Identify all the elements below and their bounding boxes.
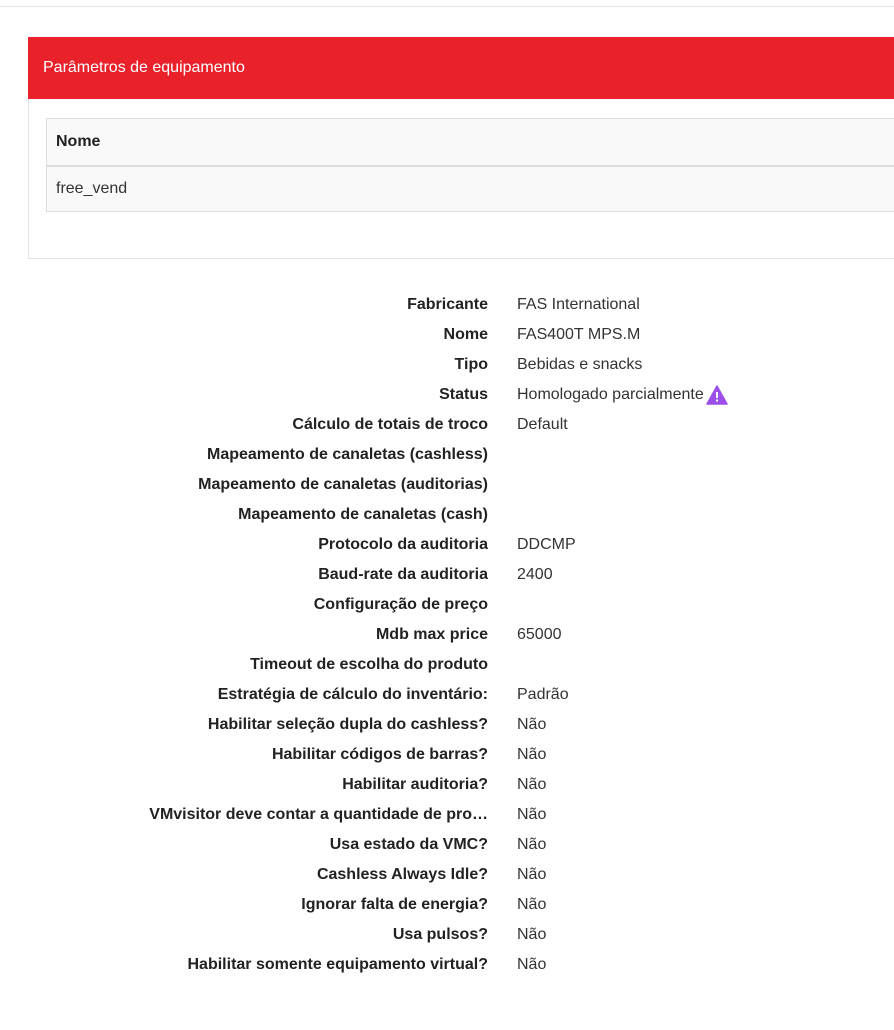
detail-label: Cálculo de totais de troco	[292, 416, 488, 433]
detail-label: Estratégia de cálculo do inventário:	[217, 686, 488, 703]
detail-value: Não	[517, 926, 546, 944]
detail-label: Cashless Always Idle?	[316, 866, 488, 883]
detail-value-text: Não	[517, 896, 547, 913]
detail-value-text: DDCMP	[517, 536, 576, 553]
detail-row: Habilitar seleção dupla do cashless? Não	[0, 710, 894, 740]
detail-value: Não	[517, 716, 546, 734]
detail-value: Não	[517, 806, 546, 824]
detail-label: Usa estado da VMC?	[329, 836, 488, 853]
detail-label: Fabricante	[407, 296, 488, 313]
detail-row: Baud-rate da auditoria 2400	[0, 560, 894, 590]
detail-row: Protocolo da auditoria DDCMP	[0, 530, 894, 560]
detail-row: Estratégia de cálculo do inventário: Padr…	[0, 680, 894, 710]
detail-row: Cálculo de totais de troco Default	[0, 410, 894, 440]
detail-value: Padrão	[517, 686, 569, 704]
detail-row: Configuração de preço	[0, 590, 894, 620]
detail-row: Nome FAS400T MPS.M	[0, 320, 894, 350]
detail-value-text: Não	[517, 716, 547, 733]
detail-row: Habilitar códigos de barras? Não	[0, 740, 894, 770]
detail-value: Homologado parcialmente	[517, 385, 728, 405]
detail-label: Usa pulsos?	[392, 926, 488, 943]
detail-value-text: Não	[517, 746, 547, 763]
detail-row: VMvisitor deve contar a quantidade de pr…	[0, 800, 894, 830]
detail-label: Mapeamento de canaletas (cash)	[238, 506, 488, 523]
detail-label: Habilitar somente equipamento virtual?	[187, 956, 489, 973]
panel-title: Parâmetros de equipamento	[28, 37, 894, 99]
detail-value-text: FAS400T MPS.M	[517, 326, 641, 343]
detail-row: Usa pulsos? Não	[0, 920, 894, 950]
detail-value-text: 2400	[517, 566, 553, 583]
detail-value-text: Não	[517, 866, 547, 883]
detail-value-text: 65000	[517, 626, 562, 643]
detail-row: Tipo Bebidas e snacks	[0, 350, 894, 380]
detail-row: Mapeamento de canaletas (cashless)	[0, 440, 894, 470]
detail-row: Habilitar somente equipamento virtual? Nã…	[0, 950, 894, 980]
detail-row: Mapeamento de canaletas (cash)	[0, 500, 894, 530]
detail-value: Não	[517, 776, 546, 794]
detail-label: Mapeamento de canaletas (cashless)	[206, 446, 488, 463]
detail-value: DDCMP	[517, 536, 576, 554]
detail-label: Baud-rate da auditoria	[318, 566, 488, 583]
table-header-row: Nome	[46, 118, 894, 167]
detail-value: Não	[517, 896, 546, 914]
detail-value: Não	[517, 746, 546, 764]
top-divider	[0, 0, 894, 7]
detail-value: FAS International	[517, 296, 640, 314]
detail-label: Configuração de preço	[313, 596, 488, 613]
detail-value: 65000	[517, 626, 562, 644]
detail-label: Protocolo da auditoria	[318, 536, 488, 553]
detail-value: Bebidas e snacks	[517, 356, 642, 374]
detail-row: Usa estado da VMC? Não	[0, 830, 894, 860]
detail-label: Habilitar códigos de barras?	[271, 746, 488, 763]
detail-row: Cashless Always Idle? Não	[0, 860, 894, 890]
detail-value-text: Não	[517, 806, 547, 823]
detail-value: Default	[517, 416, 568, 434]
parameters-table: Nome free_vend	[46, 118, 894, 212]
detail-label: VMvisitor deve contar a quantidade de pr…	[149, 806, 488, 823]
detail-value: Não	[517, 836, 546, 854]
detail-label: Mapeamento de canaletas (auditorias)	[198, 476, 488, 493]
detail-value-text: Não	[517, 926, 547, 943]
equipment-details-list: Fabricante FAS International Nome FAS400T M…	[0, 290, 894, 980]
detail-value-text: FAS International	[517, 296, 640, 313]
detail-label: Habilitar seleção dupla do cashless?	[207, 716, 488, 733]
detail-row: Ignorar falta de energia? Não	[0, 890, 894, 920]
detail-value-text: Homologado parcialmente	[517, 386, 704, 403]
detail-value-text: Bebidas e snacks	[517, 356, 643, 373]
detail-value-text: Não	[517, 956, 547, 973]
detail-row: Mapeamento de canaletas (auditorias)	[0, 470, 894, 500]
detail-label: Ignorar falta de energia?	[301, 896, 488, 913]
detail-value-text: Default	[517, 416, 568, 433]
warning-icon	[706, 385, 728, 405]
detail-value: Não	[517, 866, 546, 884]
detail-row: Fabricante FAS International	[0, 290, 894, 320]
column-header-nome: Nome	[46, 118, 894, 167]
detail-value-text: Não	[517, 836, 547, 853]
detail-label: Mdb max price	[375, 626, 488, 643]
equipment-parameters-panel: Parâmetros de equipamento Nome free_vend	[28, 37, 894, 259]
detail-label: Tipo	[454, 356, 488, 373]
detail-value: 2400	[517, 566, 553, 584]
detail-row: Habilitar auditoria? Não	[0, 770, 894, 800]
detail-value: Não	[517, 956, 546, 974]
detail-value-text: Não	[517, 776, 547, 793]
table-row: free_vend	[46, 166, 894, 212]
detail-value-text: Padrão	[517, 686, 569, 703]
table-cell-name: free_vend	[46, 166, 894, 212]
detail-row: Mdb max price 65000	[0, 620, 894, 650]
detail-label: Timeout de escolha do produto	[250, 656, 488, 673]
detail-row: Status Homologado parcialmente	[0, 380, 894, 410]
detail-label: Status	[439, 386, 488, 403]
detail-value: FAS400T MPS.M	[517, 326, 640, 344]
detail-label: Nome	[443, 326, 488, 343]
detail-row: Timeout de escolha do produto	[0, 650, 894, 680]
detail-label: Habilitar auditoria?	[342, 776, 488, 793]
